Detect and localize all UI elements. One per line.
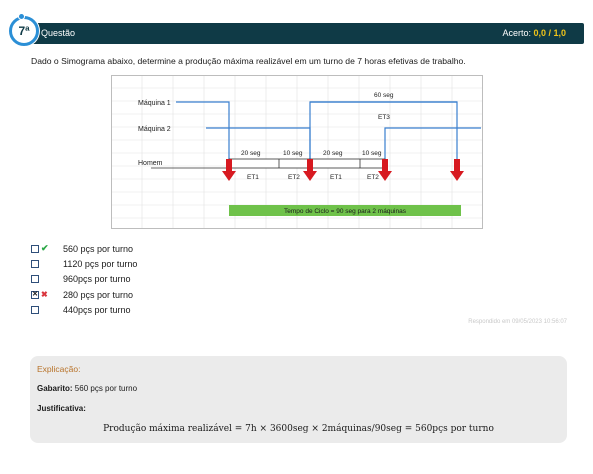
badge-dot-icon	[18, 13, 25, 20]
label-et1a: ET1	[247, 174, 259, 181]
label-seg4: 10 seg	[362, 150, 382, 157]
label-et2a: ET2	[288, 174, 300, 181]
option-5-label: 440pçs por turno	[63, 304, 131, 315]
question-number-badge: 7ª	[9, 13, 39, 46]
option-2-checkbox[interactable]	[31, 260, 39, 269]
score-prefix: Acerto:	[502, 28, 531, 38]
gabarito-label: Gabarito:	[37, 384, 73, 393]
correct-check-icon: ✔	[41, 243, 49, 253]
label-machine2: Máquina 2	[138, 126, 171, 133]
label-et1b: ET1	[330, 174, 342, 181]
machine2-line	[206, 127, 311, 163]
option-1-checkbox[interactable]	[31, 245, 39, 253]
explanation-title: Explicação:	[37, 364, 81, 374]
label-seg2: 10 seg	[283, 150, 303, 157]
label-cycle-time: Tempo de Ciclo = 90 seg para 2 máquinas	[284, 208, 407, 215]
label-et2b: ET2	[367, 174, 379, 181]
justificativa-label: Justificativa:	[37, 404, 86, 413]
machine2-line-return	[384, 127, 481, 163]
option-4-checkbox[interactable]: ✕	[31, 290, 39, 299]
option-2-label: 1120 pçs por turno	[63, 259, 138, 270]
wrong-x-icon: ✖	[41, 289, 48, 299]
checked-x-icon: ✕	[32, 291, 38, 299]
simograma-figure: Máquina 1 Máquina 2 Homem 60 seg ET3 20 …	[111, 75, 483, 229]
question-label: Questão	[41, 28, 76, 38]
label-seg3: 20 seg	[323, 150, 343, 157]
question-header-bar	[24, 23, 584, 44]
option-3-checkbox[interactable]	[31, 275, 39, 284]
gabarito: Gabarito: 560 pçs por turno	[37, 384, 137, 393]
option-3-label: 960pçs por turno	[63, 274, 131, 285]
question-number: 7ª	[18, 24, 30, 38]
label-seg1: 20 seg	[241, 150, 261, 157]
gabarito-value: 560 pçs por turno	[74, 384, 138, 393]
option-4-label: 280 pçs por turno	[63, 289, 134, 300]
option-1-label: 560 pçs por turno	[63, 244, 134, 254]
score-value: 0,0 / 1,0	[533, 28, 566, 38]
label-top-time: 60 seg	[374, 92, 394, 99]
answered-timestamp: Respondido em 09/05/2023 10:56:07	[468, 319, 567, 325]
label-et3: ET3	[378, 114, 390, 121]
explanation-panel: Explicação: Gabarito: 560 pçs por turno …	[30, 356, 567, 443]
justificativa-formula: Produção máxima realizável = 7h × 3600se…	[103, 424, 494, 434]
machine1-line	[176, 101, 230, 163]
option-5-checkbox[interactable]	[31, 305, 39, 314]
label-homem: Homem	[138, 160, 163, 167]
score: Acerto: 0,0 / 1,0	[502, 28, 566, 38]
label-machine1: Máquina 1	[138, 100, 171, 107]
question-text: Dado o Simograma abaixo, determine a pro…	[31, 56, 466, 66]
